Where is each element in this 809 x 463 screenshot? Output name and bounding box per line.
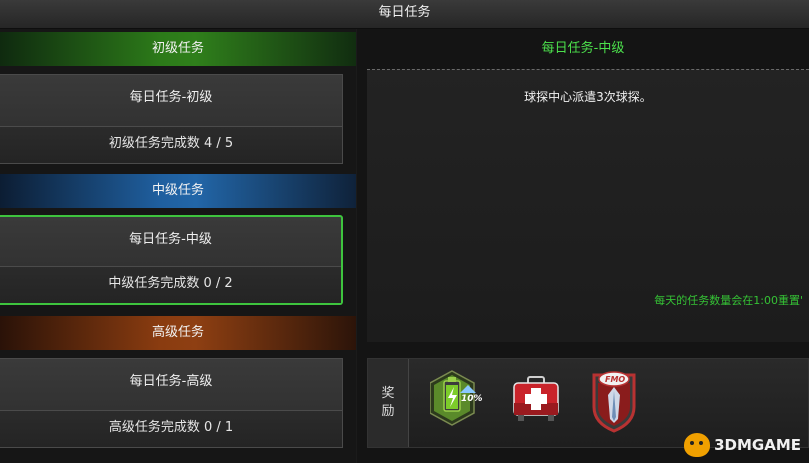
detail-title: 每日任务-中级 bbox=[541, 41, 625, 56]
fmo-badge-text: FMO bbox=[605, 375, 625, 384]
detail-box: 球探中心派遣3次球探。 每天的任务数量会在1:00重置' bbox=[367, 69, 809, 342]
task-detail-panel: 每日任务-中级 球探中心派遣3次球探。 每天的任务数量会在1:00重置' 奖 励… bbox=[357, 29, 809, 463]
task-card-beginner[interactable]: 每日任务-初级 初级任务完成数 4 / 5 bbox=[0, 74, 343, 164]
medical-kit-icon[interactable] bbox=[508, 365, 568, 441]
task-progress: 中级任务完成数 0 / 2 bbox=[0, 266, 341, 303]
task-name: 每日任务-中级 bbox=[129, 232, 212, 247]
tier-header-beginner: 初级任务 bbox=[0, 32, 356, 66]
battery-boost-icon[interactable]: 10% bbox=[429, 365, 490, 441]
task-name: 每日任务-初级 bbox=[129, 90, 213, 105]
watermark: 3DMGAME bbox=[684, 433, 801, 457]
watermark-logo-icon bbox=[684, 433, 711, 457]
tier-header-intermediate: 中级任务 bbox=[0, 174, 356, 208]
reward-label-line2: 励 bbox=[381, 404, 395, 419]
fmo-badge-icon[interactable]: FMO bbox=[586, 365, 646, 441]
task-card-advanced[interactable]: 每日任务-高级 高级任务完成数 0 / 1 bbox=[0, 358, 343, 448]
reset-note: 每天的任务数量会在1:00重置' bbox=[654, 294, 803, 307]
watermark-text: 3DMGAME bbox=[714, 436, 801, 454]
task-progress: 高级任务完成数 0 / 1 bbox=[0, 410, 342, 447]
task-tier-list: 初级任务 每日任务-初级 初级任务完成数 4 / 5 中级任务 每日任务-中级 … bbox=[0, 29, 356, 463]
task-name: 每日任务-高级 bbox=[129, 374, 213, 389]
tier-header-advanced: 高级任务 bbox=[0, 316, 356, 350]
reward-label-line1: 奖 bbox=[381, 386, 395, 401]
reward-label: 奖 励 bbox=[368, 359, 409, 447]
task-progress: 初级任务完成数 4 / 5 bbox=[0, 126, 342, 163]
window-title: 每日任务 bbox=[0, 0, 809, 29]
task-card-intermediate[interactable]: 每日任务-中级 中级任务完成数 0 / 2 bbox=[0, 215, 343, 305]
task-description: 球探中心派遣3次球探。 bbox=[524, 90, 652, 104]
boost-badge: 10% bbox=[461, 394, 483, 404]
